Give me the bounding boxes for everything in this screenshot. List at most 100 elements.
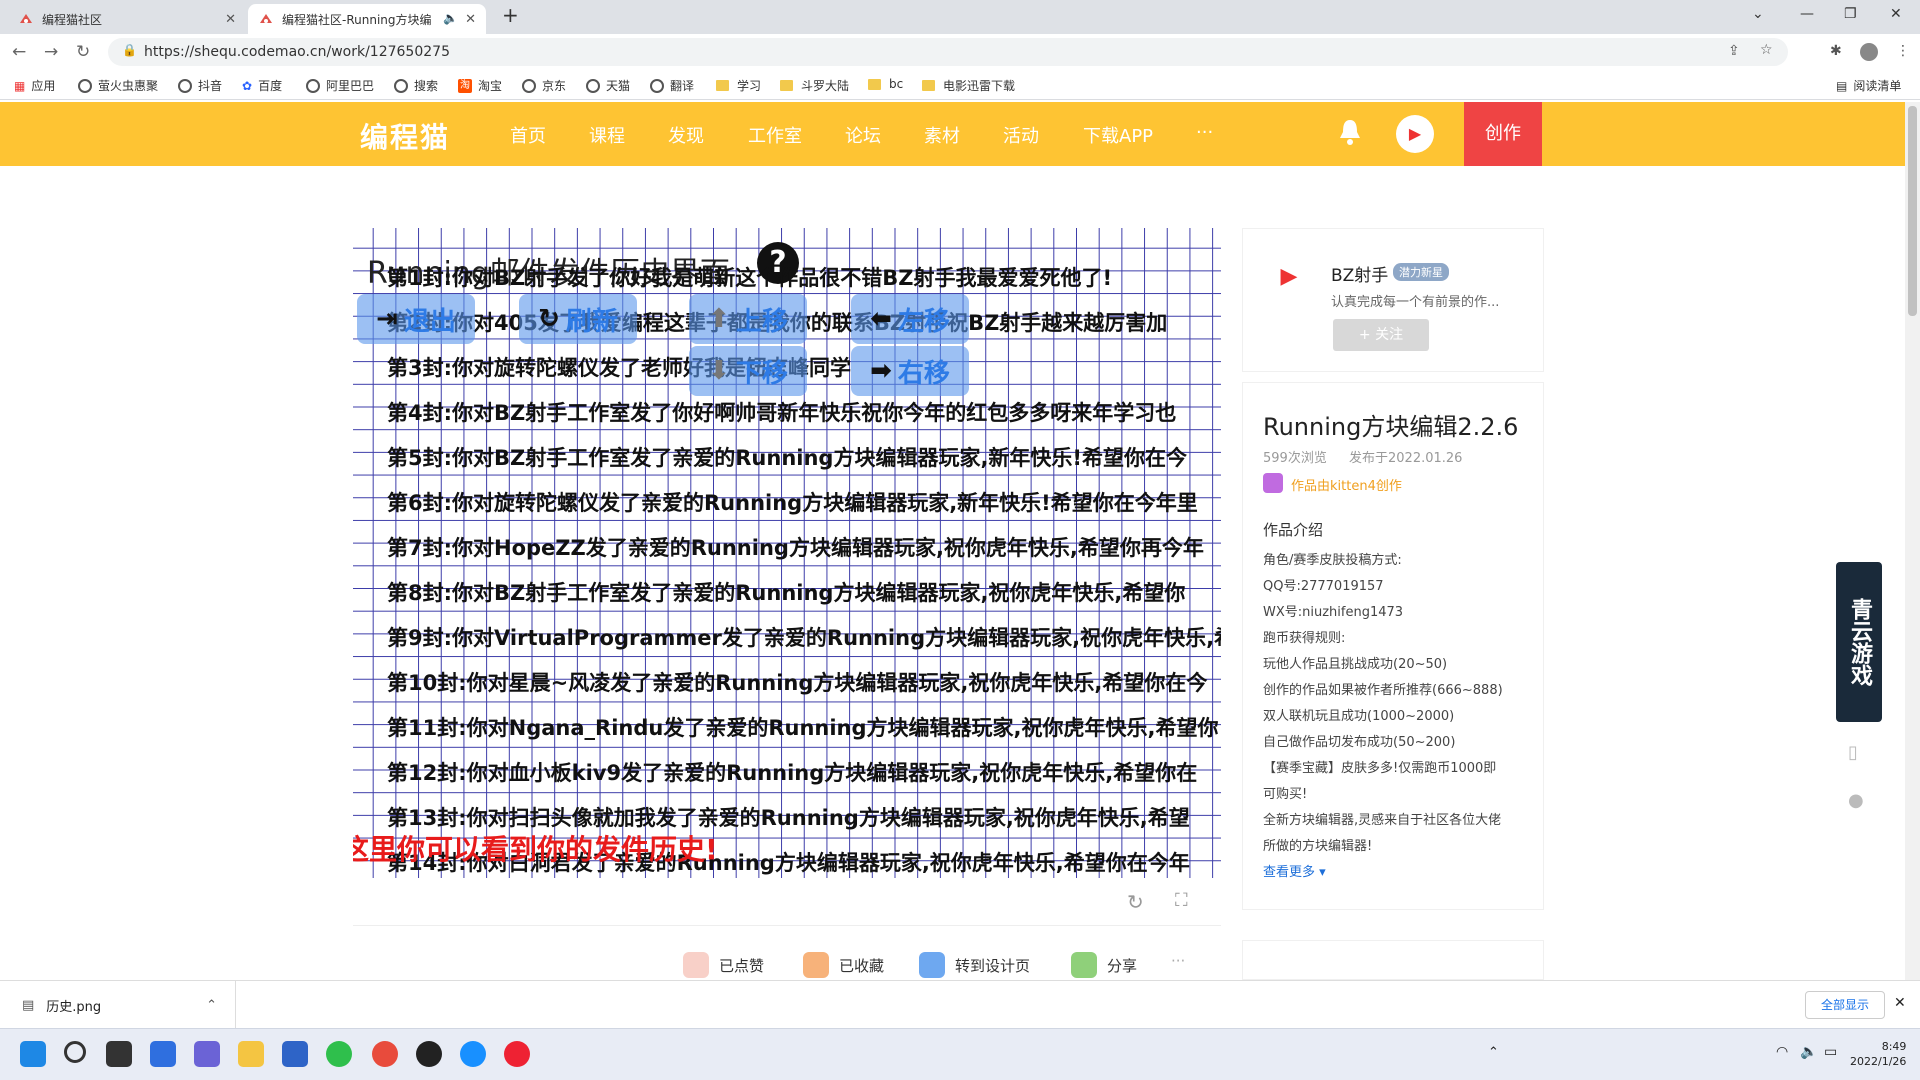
bookmark-item[interactable]: 萤火虫惠聚 [78,77,158,94]
url-text[interactable]: https://shequ.codemao.cn/work/127650275 [144,44,450,60]
mail-row: 第6封:你对旋转陀螺仪发了亲爱的Running方块编辑器玩家,新年快乐!希望你在… [387,491,1198,515]
move-left-button[interactable]: ⬅ 左移 [851,294,969,344]
restart-icon[interactable]: ↻ [1127,890,1144,914]
move-right-button[interactable]: ➡ 右移 [851,346,969,396]
bookmark-folder[interactable]: 电影迅雷下载 [922,77,1015,94]
tab-search-icon[interactable]: ⌄ [1752,6,1764,22]
bookmark-item[interactable]: 淘淘宝 [458,77,502,94]
like-button[interactable]: 已点赞 [683,952,764,978]
teams-icon[interactable] [194,1041,220,1067]
author-avatar[interactable]: ▶ [1263,251,1315,303]
intro-line: QQ号:2777019157 [1263,579,1384,594]
close-download-bar-icon[interactable]: ✕ [1894,995,1906,1011]
reload-icon[interactable]: ↻ [76,42,90,62]
reading-list[interactable]: ▤ 阅读清单 [1836,77,1901,94]
avatar[interactable]: ▶ [1396,115,1434,153]
made-with[interactable]: 作品由kitten4创作 [1291,475,1402,494]
bookmark-folder[interactable]: bc [868,77,903,91]
bell-icon[interactable] [1338,118,1362,146]
move-up-button[interactable]: ⬆ 上移 [689,294,807,344]
bookmark-apps[interactable]: ▦ 应用 [14,77,55,94]
site-logo[interactable]: 编程猫 [360,116,450,156]
qq-app-icon[interactable] [416,1041,442,1067]
nav-materials[interactable]: 素材 [924,122,960,148]
exit-button[interactable]: ⇥ 退出 [357,294,475,344]
nav-forum[interactable]: 论坛 [845,122,881,148]
nav-home[interactable]: 首页 [510,122,546,148]
start-icon[interactable] [20,1041,46,1067]
chrome-icon[interactable] [372,1041,398,1067]
nav-download-app[interactable]: 下载APP [1083,122,1153,148]
maximize-button[interactable]: ❐ [1844,6,1857,22]
url-box[interactable]: 🔒 https://shequ.codemao.cn/work/12765027… [108,38,1788,66]
bookmark-item[interactable]: 京东 [522,77,566,94]
browser-tab-1[interactable]: 编程猫社区 ✕ [8,4,246,34]
refresh-button[interactable]: ↻ 刷新 [519,294,637,344]
nav-studio[interactable]: 工作室 [748,122,802,148]
bookmark-item[interactable]: 抖音 [178,77,222,94]
bookmark-folder[interactable]: 斗罗大陆 [780,77,849,94]
author-card: ▶ BZ射手 潜力新星 认真完成每一个有前景的作... + 关注 [1242,228,1544,372]
new-tab-button[interactable]: + [502,3,519,27]
speaker-icon[interactable]: 🔈 [443,11,458,25]
more-actions-button[interactable]: ··· [1171,952,1185,970]
taskbar-clock[interactable]: 8:49 2022/1/26 [1850,1039,1906,1069]
back-icon[interactable]: ← [12,42,26,62]
bookmark-folder[interactable]: 学习 [716,77,761,94]
k-app-icon[interactable] [460,1041,486,1067]
see-more-link[interactable]: 查看更多 ▾ [1263,861,1326,880]
nav-activities[interactable]: 活动 [1003,122,1039,148]
menu-icon[interactable]: ⋮ [1896,43,1910,59]
follow-button[interactable]: + 关注 [1333,319,1429,351]
author-name[interactable]: BZ射手 [1331,261,1388,286]
fullscreen-icon[interactable]: ⛶ [1175,890,1188,911]
nav-more[interactable]: ··· [1196,122,1213,143]
create-button[interactable]: 创作 [1464,102,1542,166]
battery-icon[interactable]: ▭ [1824,1044,1837,1060]
show-all-button[interactable]: 全部显示 [1805,991,1885,1019]
search-icon[interactable] [64,1041,86,1063]
file-explorer-icon[interactable] [238,1041,264,1067]
nav-courses[interactable]: 课程 [589,122,625,148]
bookmark-item[interactable]: 搜索 [394,77,438,94]
lock-icon[interactable]: 🔒 [122,43,137,57]
share-icon[interactable]: ⇪ [1728,43,1740,59]
goto-design-button[interactable]: 转到设计页 [919,952,1030,978]
extensions-icon[interactable]: ✱ [1830,43,1842,59]
bookmark-item[interactable]: 天猫 [586,77,630,94]
bookmark-item[interactable]: ✿ 百度 [242,77,282,94]
close-window-button[interactable]: ✕ [1890,6,1902,22]
netease-music-icon[interactable] [504,1041,530,1067]
forward-icon[interactable]: → [44,42,58,62]
bookmark-item[interactable]: 阿里巴巴 [306,77,374,94]
tray-chevron-icon[interactable]: ⌃ [1488,1045,1499,1060]
tab-close-icon[interactable]: ✕ [465,12,476,27]
task-view-icon[interactable] [106,1041,132,1067]
share-button[interactable]: 分享 [1071,952,1137,978]
download-filename: 历史.png [46,999,102,1015]
browser-tab-2[interactable]: 编程猫社区-Running方块编 🔈 ✕ [248,4,486,34]
work-stage[interactable]: Running邮件发件历史界面 ? 第1封:你对BZ射手发了你好我是萌新这个作品… [353,228,1221,878]
wechat-icon[interactable] [326,1041,352,1067]
chevron-up-icon[interactable]: ⌃ [206,998,217,1013]
mail-icon[interactable] [282,1041,308,1067]
qq-icon[interactable]: ● [1848,790,1864,811]
volume-icon[interactable]: 🔈 [1800,1044,1817,1060]
download-item[interactable]: ▤ 历史.png ⌃ [0,981,236,1029]
game-ad-banner[interactable]: 青云游戏 [1836,562,1882,722]
scrollbar-thumb[interactable] [1908,106,1917,316]
nav-discover[interactable]: 发现 [668,122,704,148]
page-scrollbar[interactable] [1905,102,1920,980]
move-down-button[interactable]: ⬇ 下移 [689,346,807,396]
mobile-icon[interactable]: ▯ [1848,742,1858,763]
intro-label: 作品介绍 [1263,521,1324,539]
minimize-button[interactable]: — [1800,6,1814,22]
favorite-button[interactable]: 已收藏 [803,952,884,978]
tab-close-icon[interactable]: ✕ [225,12,236,27]
bookmark-star-icon[interactable]: ☆ [1760,42,1773,58]
globe-icon [78,78,92,93]
widgets-icon[interactable] [150,1041,176,1067]
bookmark-item[interactable]: 翻译 [650,77,694,94]
wifi-icon[interactable]: ◠ [1776,1044,1788,1060]
profile-icon[interactable] [1860,43,1878,61]
